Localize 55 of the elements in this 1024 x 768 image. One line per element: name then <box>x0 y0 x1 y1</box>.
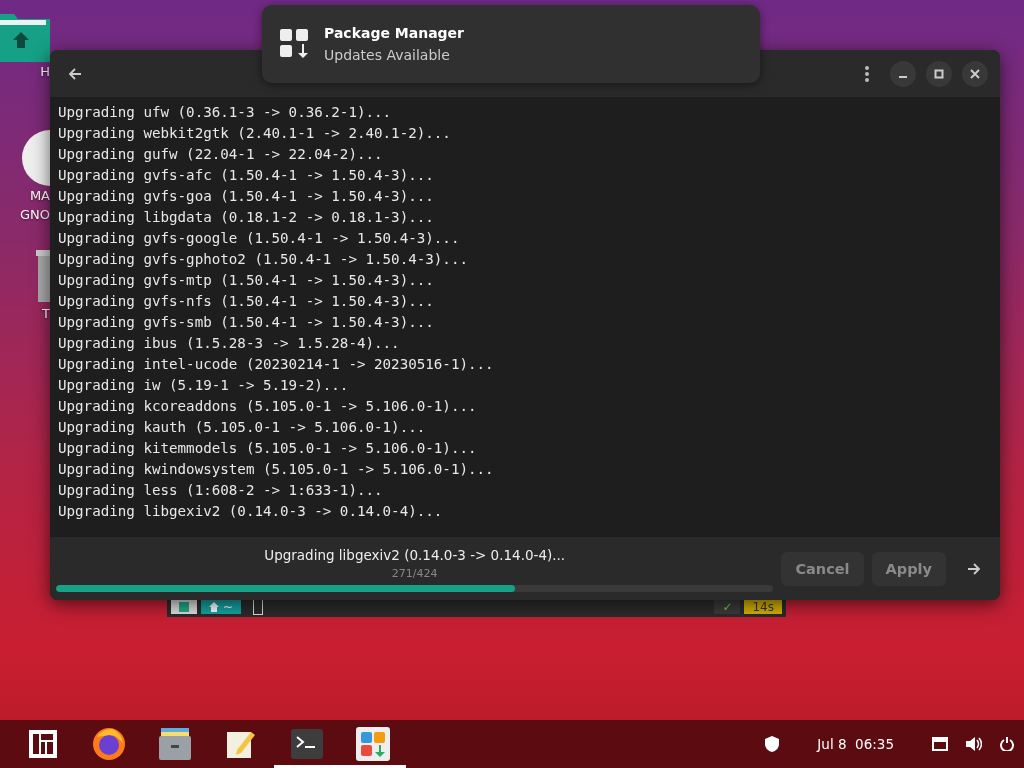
log-line: Upgrading libgdata (0.18.1-2 -> 0.18.1-3)... <box>58 208 435 227</box>
log-line: Upgrading less (1:608-2 -> 1:633-1)... <box>58 481 384 500</box>
power-icon[interactable] <box>1000 737 1014 751</box>
icon-label: GNO <box>19 206 50 224</box>
log-line: Upgrading kauth (5.105.0-1 -> 5.106.0-1)... <box>58 418 427 437</box>
notification[interactable]: Package Manager Updates Available <box>262 5 760 83</box>
volume-icon[interactable] <box>966 737 982 751</box>
log-line: Upgrading gufw (22.04-1 -> 22.04-2)... <box>58 145 384 164</box>
logo-icon <box>29 730 57 758</box>
prompt-duration: 14s <box>744 600 782 614</box>
log-line: Upgrading ufw (0.36.1-3 -> 0.36.2-1)... <box>58 103 393 122</box>
icon-label: MA <box>29 187 50 205</box>
package-grid-icon <box>280 29 310 59</box>
more-icon <box>864 65 870 82</box>
home-icon <box>209 602 219 612</box>
log-line: Upgrading gvfs-google (1.50.4-1 -> 1.50.4-3)... <box>58 229 461 248</box>
log-line: Upgrading gvfs-goa (1.50.4-1 -> 1.50.4-3)... <box>58 187 435 206</box>
shield-icon[interactable] <box>765 736 780 752</box>
maximize-button[interactable] <box>926 60 952 87</box>
clock[interactable]: Jul 8 06:35 <box>817 736 894 752</box>
notification-body: Updates Available <box>324 47 451 63</box>
log-line: Upgrading webkit2gtk (2.40.1-1 -> 2.40.1-2)... <box>58 124 452 143</box>
logo-icon <box>179 602 189 612</box>
log-line: Upgrading gvfs-afc (1.50.4-1 -> 1.50.4-3)... <box>58 166 435 185</box>
notification-title: Package Manager <box>324 25 464 41</box>
log-line: Upgrading gvfs-smb (1.50.4-1 -> 1.50.4-3)... <box>58 313 435 332</box>
log-line: Upgrading libgexiv2 (0.14.0-3 -> 0.14.0-4)... <box>58 502 444 521</box>
progress-counter: 271/424 <box>391 567 438 581</box>
icon-label: T <box>42 305 50 323</box>
minimize-icon <box>899 75 907 78</box>
display-icon[interactable] <box>932 737 948 751</box>
package-manager-icon <box>356 727 390 761</box>
close-button[interactable] <box>962 60 988 87</box>
prompt-status: ✓ <box>714 600 741 614</box>
log-line: Upgrading ibus (1.5.28-3 -> 1.5.28-4)... <box>58 334 401 353</box>
icon-label: H <box>40 63 50 81</box>
maximize-icon <box>934 68 944 79</box>
prompt-path: ~ <box>201 600 242 614</box>
log-line: Upgrading gvfs-nfs (1.50.4-1 -> 1.50.4-3)... <box>58 292 435 311</box>
forward-arrow-icon <box>967 561 981 576</box>
log-line: Upgrading intel-ucode (20230214-1 -> 20230516-1)... <box>58 355 495 374</box>
back-arrow-icon <box>68 66 82 81</box>
file-cabinet-icon <box>158 728 192 760</box>
minimize-button[interactable] <box>890 60 916 87</box>
close-icon <box>970 68 980 79</box>
log-line: Upgrading kwindowsystem (5.105.0-1 -> 5.106.0-1)... <box>58 460 495 479</box>
browser-icon <box>92 727 126 761</box>
log-line: Upgrading gvfs-mtp (1.50.4-1 -> 1.50.4-3)... <box>58 271 435 290</box>
log-line: Upgrading kcoreaddons (5.105.0-1 -> 5.106.0-1)... <box>58 397 478 416</box>
log-line: Upgrading kitemmodels (5.105.0-1 -> 5.106.0-1)... <box>58 439 478 458</box>
trash-icon <box>36 248 50 304</box>
status-text: Upgrading libgexiv2 (0.14.0-3 -> 0.14.0-4)... <box>264 546 566 564</box>
log-line: Upgrading iw (5.19-1 -> 5.19-2)... <box>58 376 350 395</box>
log-line: Upgrading gvfs-gphoto2 (1.50.4-1 -> 1.50.4-3)... <box>58 250 469 269</box>
terminal-icon <box>291 729 323 759</box>
